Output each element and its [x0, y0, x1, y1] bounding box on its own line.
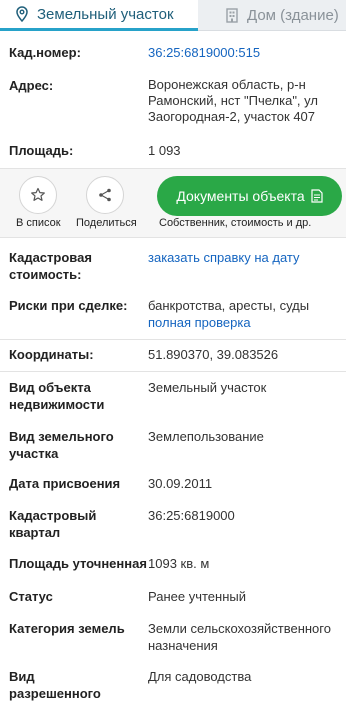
order-certificate-link[interactable]: заказать справку на дату — [148, 249, 336, 266]
status-value: Ранее учтенный — [148, 589, 246, 604]
risks-value: банкротства, аресты, суды — [148, 298, 310, 313]
document-icon — [311, 189, 323, 203]
share-label: Поделиться — [76, 217, 137, 229]
address-value: Воронежская область, р-н Рамонский, нст … — [148, 77, 318, 124]
field-label: Площадь: — [9, 143, 74, 158]
cadastral-number-link[interactable]: 36:25:6819000:515 — [148, 44, 336, 61]
field-label: Дата присвоения — [9, 476, 121, 491]
action-bar: В список Поделиться Документы объекта Со… — [0, 168, 346, 238]
field-label: Риски при сделке: — [9, 298, 128, 313]
favorite-button[interactable] — [19, 176, 57, 214]
full-check-link[interactable]: полная проверка — [148, 314, 336, 331]
object-type-value: Земельный участок — [148, 380, 267, 395]
favorite-label: В список — [16, 217, 61, 229]
coordinates-value: 51.890370, 39.083526 — [148, 347, 279, 362]
tab-label: Дом (здание) — [247, 6, 339, 24]
field-label: Кадастровая стоимость: — [9, 250, 92, 282]
land-type-value: Землепользование — [148, 429, 264, 444]
field-label: Площадь уточненная — [9, 556, 147, 571]
divider — [0, 371, 346, 372]
assign-date-value: 30.09.2011 — [148, 476, 213, 491]
documents-button[interactable]: Документы объекта — [157, 176, 342, 216]
quarter-value: 36:25:6819000 — [148, 508, 235, 523]
land-category-value: Земли сельскохозяйственного назначения — [148, 621, 331, 653]
location-pin-icon — [14, 6, 30, 22]
field-label: Кадастровый квартал — [9, 508, 97, 540]
share-button[interactable] — [86, 176, 124, 214]
documents-button-label: Документы объекта — [176, 188, 305, 204]
field-label: Вид объекта недвижимости — [9, 380, 105, 412]
tab-building[interactable]: Дом (здание) — [198, 0, 346, 31]
field-label: Кад.номер: — [9, 45, 81, 60]
tab-label: Земельный участок — [37, 5, 174, 23]
field-label: Вид разрешенного использования — [9, 669, 109, 708]
field-label: Адрес: — [9, 78, 54, 93]
star-icon — [31, 187, 45, 201]
permitted-use-value: Для садоводства — [148, 669, 252, 684]
field-label: Категория земель — [9, 621, 125, 636]
area-value: 1 093 — [148, 143, 181, 158]
divider — [0, 339, 346, 340]
tab-land-plot[interactable]: Земельный участок — [0, 0, 198, 31]
field-label: Статус — [9, 589, 53, 604]
tab-bar: Земельный участок Дом (здание) — [0, 0, 346, 31]
building-icon — [224, 7, 240, 23]
field-label: Координаты: — [9, 347, 94, 362]
area-refined-value: 1093 кв. м — [148, 556, 210, 571]
share-icon — [99, 188, 111, 202]
field-label: Вид земельного участка — [9, 429, 114, 461]
documents-subtitle: Собственник, стоимость и др. — [159, 217, 312, 229]
